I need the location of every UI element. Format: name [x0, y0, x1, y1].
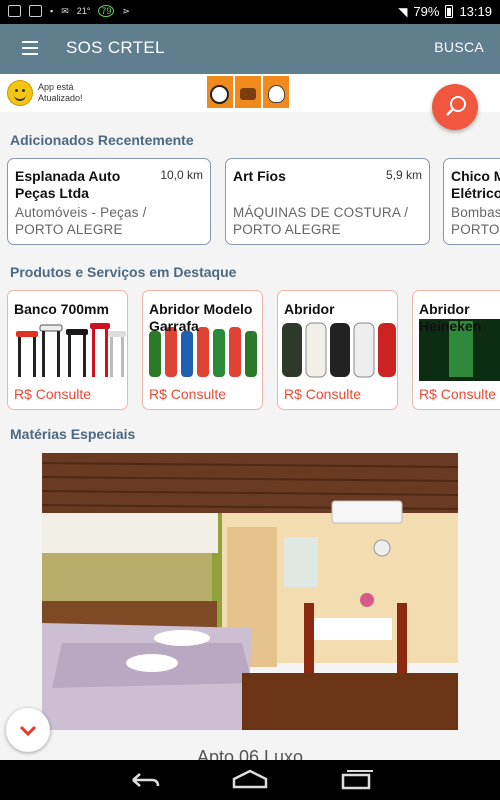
back-icon[interactable]	[132, 773, 160, 787]
soccer-ball-icon	[207, 76, 233, 108]
notification-icons: ▪ ✉ 21° 79 ⋗	[8, 5, 130, 17]
recent-card[interactable]: Esplanada Auto Peças Ltda 10,0 km Automóv…	[7, 158, 211, 245]
food-icon	[235, 76, 261, 108]
article-image[interactable]	[42, 453, 458, 730]
product-card[interactable]: Banco 700mm R$ Consulte	[7, 290, 128, 410]
app-title: SOS CRTEL	[66, 38, 165, 57]
section-title-featured: Produtos e Serviços em Destaque	[10, 264, 237, 280]
update-banner: App está Atualizado!	[0, 74, 500, 112]
hamburger-menu-icon[interactable]	[22, 41, 38, 55]
hotel-room-image	[42, 453, 458, 730]
magnifier-icon	[446, 96, 466, 116]
recent-card[interactable]: Chico M Elétrico Bombas PORTO	[443, 158, 500, 245]
mail-icon: ✉	[61, 5, 69, 16]
product-card[interactable]: Abridor R$ Consulte	[277, 290, 398, 410]
section-title-recent: Adicionados Recentemente	[10, 132, 194, 148]
recent-card[interactable]: Art Fios 5,9 km MÁQUINAS DE COSTURA / POR…	[225, 158, 430, 245]
system-nav-bar	[0, 760, 500, 800]
smiley-icon	[7, 80, 33, 106]
temperature-text: 21°	[76, 6, 91, 16]
image-notification-icon	[8, 5, 21, 17]
recents-icon[interactable]	[341, 770, 373, 790]
chevron-down-icon	[19, 725, 37, 737]
product-card[interactable]: Abridor Modelo Garrafa R$ Consulte	[142, 290, 263, 410]
product-card[interactable]: Abridor Heineken R$ Consulte	[412, 290, 500, 410]
clock: 13:19	[459, 4, 492, 19]
sd-card-icon	[29, 5, 42, 17]
share-icon: ⋗	[122, 5, 130, 16]
update-message: App está Atualizado!	[38, 82, 83, 103]
wifi-icon: ◥	[398, 4, 408, 19]
search-button[interactable]: BUSCA	[434, 39, 484, 55]
status-bar: ▪ ✉ 21° 79 ⋗ ◥ 79% 13:19	[0, 0, 500, 24]
battery-icon	[445, 5, 454, 18]
battery-text: 79%	[413, 4, 440, 19]
scroll-down-button[interactable]	[6, 708, 50, 752]
badge-count: 79	[98, 5, 115, 17]
home-icon[interactable]	[232, 769, 268, 789]
app-toolbar: SOS CRTEL BUSCA	[0, 24, 500, 74]
app-notification-icon: ▪	[50, 6, 54, 16]
section-title-articles: Matérias Especiais	[10, 426, 136, 442]
mascot-icon	[263, 76, 289, 108]
promo-icons[interactable]	[207, 76, 289, 108]
search-fab[interactable]	[432, 84, 478, 130]
